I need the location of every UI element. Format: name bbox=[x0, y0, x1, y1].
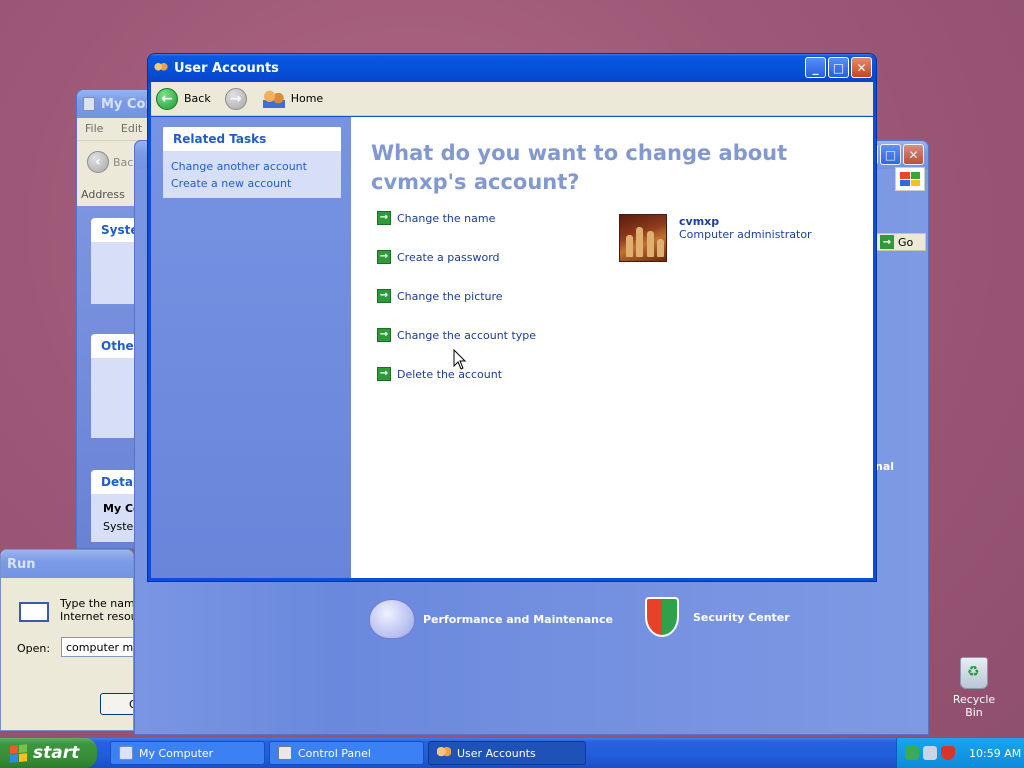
run-description: Type the name Internet resour bbox=[60, 597, 134, 623]
taskbar-label-my-computer: My Computer bbox=[139, 746, 214, 760]
page-title: What do you want to change about cvmxp's… bbox=[371, 141, 788, 194]
computer-icon bbox=[83, 97, 95, 111]
windows-flag-icon bbox=[10, 743, 27, 763]
performance-maintenance-link[interactable]: Performance and Maintenance bbox=[369, 599, 613, 639]
taskbar-button-user-accounts[interactable]: User Accounts bbox=[428, 741, 586, 765]
create-new-account-link[interactable]: Create a new account bbox=[163, 176, 341, 193]
user-accounts-title-bar[interactable]: User Accounts _ □ ✕ bbox=[148, 54, 876, 82]
create-password-link[interactable]: → Create a password bbox=[377, 250, 500, 264]
menu-file[interactable]: File bbox=[85, 122, 103, 135]
account-picture bbox=[619, 214, 667, 262]
recycle-bin-label: Recycle Bin bbox=[952, 693, 996, 719]
back-arrow-icon[interactable]: ← bbox=[156, 87, 178, 110]
my-computer-back-label[interactable]: Bac bbox=[113, 156, 133, 169]
run-description-line1: Type the name bbox=[60, 597, 134, 610]
change-account-type-link[interactable]: → Change the account type bbox=[377, 328, 536, 342]
run-ok-label: O bbox=[129, 698, 133, 711]
security-center-link[interactable]: Security Center bbox=[645, 597, 790, 637]
performance-icon bbox=[369, 599, 415, 639]
taskbar-label-user-accounts: User Accounts bbox=[457, 746, 536, 760]
menu-edit[interactable]: Edit bbox=[121, 122, 142, 135]
change-name-link[interactable]: → Change the name bbox=[377, 211, 495, 225]
account-role: Computer administrator bbox=[679, 228, 812, 241]
run-open-label: Open: bbox=[17, 642, 51, 655]
run-dialog: Run Type the name Internet resour Open: … bbox=[0, 549, 134, 731]
user-accounts-window-buttons: _ □ ✕ bbox=[805, 57, 872, 78]
clock[interactable]: 10:59 AM bbox=[969, 747, 1021, 760]
run-open-value: computer man bbox=[66, 641, 134, 654]
run-ok-button[interactable]: O bbox=[100, 693, 133, 715]
delete-account-link[interactable]: → Delete the account bbox=[377, 367, 502, 381]
category-partial-label: nal bbox=[875, 460, 895, 473]
recycle-bin-desktop-icon[interactable]: Recycle Bin bbox=[944, 657, 1004, 719]
security-shield-icon[interactable] bbox=[941, 746, 955, 760]
windows-logo-icon bbox=[895, 167, 925, 191]
change-picture-link[interactable]: → Change the picture bbox=[377, 289, 503, 303]
security-label: Security Center bbox=[693, 610, 790, 624]
run-title: Run bbox=[7, 556, 36, 572]
close-icon[interactable]: ✕ bbox=[851, 57, 872, 78]
related-tasks-list: Change another account Create a new acco… bbox=[163, 151, 341, 198]
user-accounts-toolbar: ← Back → Home bbox=[151, 82, 873, 116]
minimize-icon[interactable]: _ bbox=[805, 57, 826, 78]
go-label: Go bbox=[898, 235, 914, 249]
user-accounts-window: User Accounts _ □ ✕ ← Back → Home Relate… bbox=[147, 53, 877, 582]
system-tray: 10:59 AM bbox=[896, 738, 1024, 768]
create-password-label: Create a password bbox=[397, 250, 500, 264]
go-arrow-icon: → bbox=[880, 235, 894, 249]
run-description-line2: Internet resour bbox=[60, 610, 134, 623]
network-icon[interactable] bbox=[905, 746, 919, 760]
go-button[interactable]: → Go bbox=[876, 233, 926, 251]
home-label[interactable]: Home bbox=[291, 92, 323, 105]
close-icon[interactable]: ✕ bbox=[903, 144, 924, 165]
start-button[interactable]: start bbox=[0, 738, 97, 768]
user-accounts-task-pane: Related Tasks Change another account Cre… bbox=[151, 117, 351, 578]
change-account-type-label: Change the account type bbox=[397, 328, 537, 342]
recycle-bin-icon bbox=[960, 657, 988, 689]
forward-arrow-icon[interactable]: → bbox=[224, 87, 247, 110]
maximize-icon[interactable]: □ bbox=[828, 57, 849, 78]
users-icon bbox=[154, 62, 168, 74]
control-panel-icon bbox=[278, 746, 292, 760]
green-arrow-icon: → bbox=[377, 289, 391, 303]
user-accounts-main-pane: What do you want to change about cvmxp's… bbox=[351, 117, 873, 578]
gear-icon[interactable] bbox=[923, 746, 937, 760]
back-label[interactable]: Back bbox=[184, 92, 211, 105]
change-another-account-link[interactable]: Change another account bbox=[163, 159, 341, 176]
green-arrow-icon: → bbox=[377, 328, 391, 342]
shield-icon bbox=[645, 597, 679, 637]
taskbar-button-my-computer[interactable]: My Computer bbox=[110, 741, 265, 765]
change-name-label: Change the name bbox=[397, 211, 496, 225]
run-open-input[interactable]: computer man bbox=[61, 637, 134, 657]
mouse-cursor-icon bbox=[453, 349, 467, 370]
green-arrow-icon: → bbox=[377, 250, 391, 264]
address-label: Address bbox=[81, 188, 125, 201]
account-name: cvmxp bbox=[679, 215, 720, 228]
run-icon bbox=[19, 602, 49, 622]
related-tasks-box: Related Tasks Change another account Cre… bbox=[163, 127, 341, 198]
user-accounts-title: User Accounts bbox=[174, 60, 279, 76]
change-picture-label: Change the picture bbox=[397, 289, 503, 303]
related-tasks-heading[interactable]: Related Tasks bbox=[163, 127, 341, 151]
computer-icon bbox=[119, 746, 133, 760]
run-title-bar[interactable]: Run bbox=[1, 550, 133, 578]
home-users-icon[interactable] bbox=[262, 89, 285, 108]
delete-account-label: Delete the account bbox=[397, 367, 503, 381]
performance-label: Performance and Maintenance bbox=[423, 612, 613, 626]
taskbar-label-control-panel: Control Panel bbox=[298, 746, 371, 760]
back-arrow-icon[interactable]: ‹ bbox=[87, 151, 109, 173]
taskbar: start My Computer Control Panel User Acc… bbox=[0, 738, 1024, 768]
green-arrow-icon: → bbox=[377, 211, 391, 225]
green-arrow-icon: → bbox=[377, 367, 391, 381]
maximize-icon[interactable]: □ bbox=[880, 144, 901, 165]
start-label: start bbox=[33, 743, 80, 763]
taskbar-button-control-panel[interactable]: Control Panel bbox=[269, 741, 424, 765]
users-icon bbox=[437, 746, 451, 760]
